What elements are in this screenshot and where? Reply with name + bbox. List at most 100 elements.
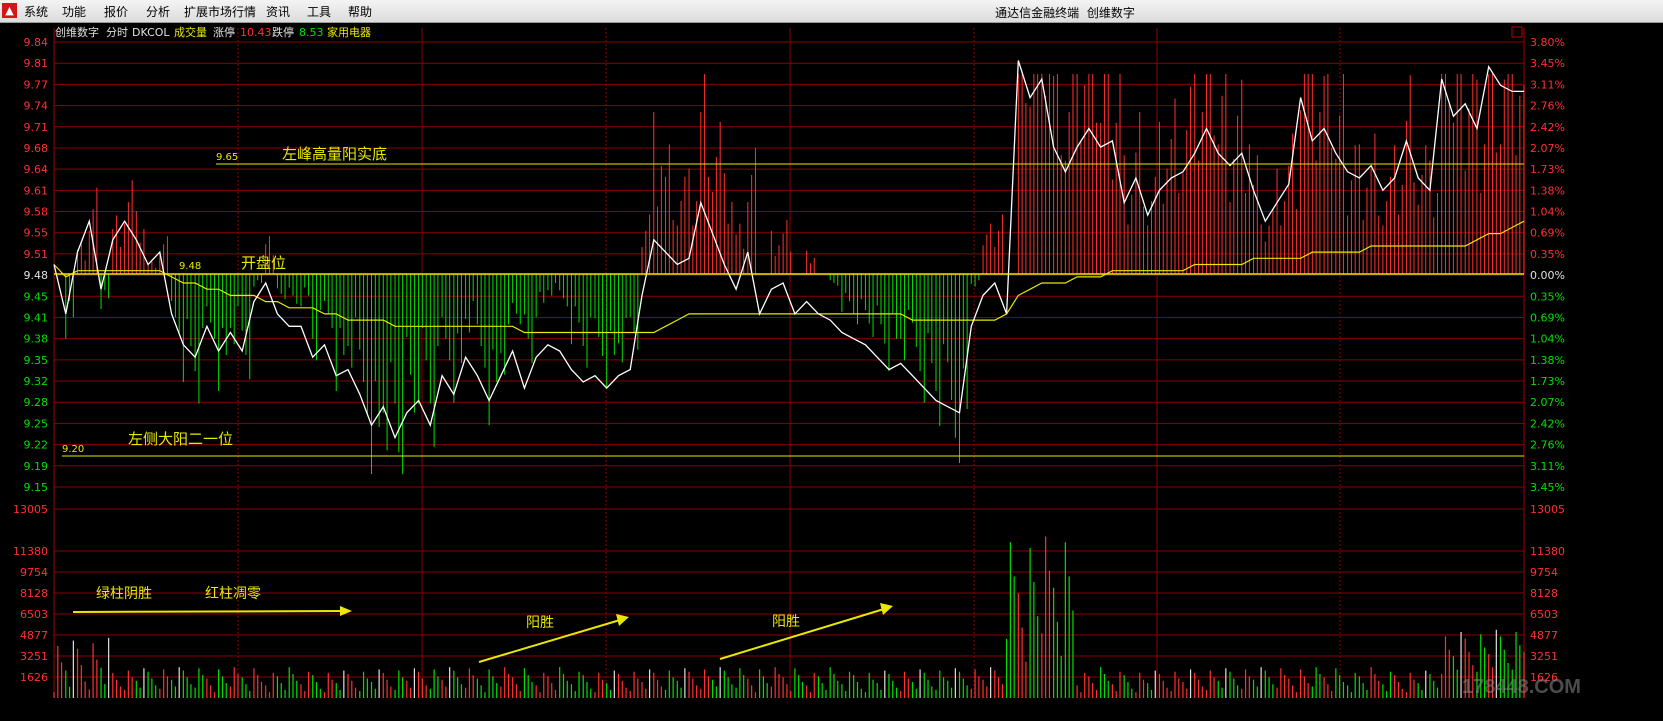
percent-tick-label: 3.80% <box>1530 36 1565 49</box>
menu-news[interactable]: 资讯 <box>266 3 290 20</box>
price-tick-label: 9.51 <box>24 248 49 261</box>
price-tick-label: 9.58 <box>24 206 49 219</box>
volume-tick-label-right: 6503 <box>1530 608 1558 621</box>
volume-tick-label: 4877 <box>20 629 48 642</box>
watermark: 178448.COM <box>1462 676 1581 698</box>
volume-label: 成交量 <box>174 25 207 39</box>
price-tick-label: 9.28 <box>24 396 49 409</box>
support-line-965-note: 左峰高量阳实底 <box>282 145 387 163</box>
limit-down-label: 跌停 <box>272 25 294 39</box>
limit-down-value: 8.53 <box>299 26 324 39</box>
percent-tick-label: 3.11% <box>1530 78 1565 91</box>
percent-tick-label: 3.11% <box>1530 460 1565 473</box>
percent-tick-label: 0.35% <box>1530 248 1565 261</box>
open-price-line-label: 9.48 <box>179 261 201 272</box>
price-tick-label: 9.77 <box>24 78 49 91</box>
app-logo-icon[interactable]: ▲ <box>2 3 17 18</box>
volume-tick-label: 13005 <box>13 503 48 516</box>
stock-name: 创维数字 <box>55 25 99 39</box>
arrow-1-shaft <box>72 610 344 613</box>
limit-up-label: 涨停 <box>213 25 235 39</box>
menu-quotes[interactable]: 报价 <box>104 3 128 20</box>
menu-tools[interactable]: 工具 <box>307 3 331 20</box>
volume-tick-label-right: 8128 <box>1530 587 1558 600</box>
percent-tick-label: 1.38% <box>1530 354 1565 367</box>
volume-tick-label: 1626 <box>20 671 48 684</box>
percent-tick-label: 0.69% <box>1530 227 1565 240</box>
volume-note-red: 红柱凋零 <box>205 586 261 602</box>
volume-tick-label-right: 11380 <box>1530 545 1565 558</box>
price-tick-label: 9.61 <box>24 184 49 197</box>
arrow-3-note: 阳胜 <box>772 614 800 630</box>
open-price-note: 开盘位 <box>241 254 286 272</box>
percent-tick-label: 2.76% <box>1530 100 1565 113</box>
percent-tick-label: 2.07% <box>1530 396 1565 409</box>
menu-help[interactable]: 帮助 <box>348 3 372 20</box>
price-tick-label: 9.68 <box>24 142 49 155</box>
intraday-chart[interactable]: 9.84 9.81 9.77 9.74 9.71 9.68 9.64 9.61 9.58 9.55… <box>0 23 1663 721</box>
percent-axis: 3.80% 3.45% 3.11% 2.76% 2.42% 2.07% 1.73% 1.38%… <box>1530 36 1565 494</box>
price-tick-label: 9.55 <box>24 227 49 240</box>
volume-tick-label: 6503 <box>20 608 48 621</box>
arrow-2-head <box>616 614 629 626</box>
average-price-line <box>53 220 1525 334</box>
percent-tick-label: 1.04% <box>1530 333 1565 346</box>
price-tick-label: 9.25 <box>24 417 49 430</box>
percent-tick-label: 1.73% <box>1530 375 1565 388</box>
limit-up-value: 10.43 <box>240 26 272 39</box>
indicator-code: DKCOL <box>132 26 170 39</box>
volume-tick-label: 8128 <box>20 587 48 600</box>
volume-tick-label-right: 9754 <box>1530 566 1558 579</box>
menu-extended-market[interactable]: 扩展市场行情 <box>184 3 256 20</box>
support-line-920-label: 9.20 <box>62 444 84 455</box>
percent-tick-label: 1.04% <box>1530 206 1565 219</box>
menu-system[interactable]: 系统 <box>24 3 48 20</box>
percent-tick-label: 0.69% <box>1530 311 1565 324</box>
percent-tick-label: 0.35% <box>1530 290 1565 303</box>
percent-tick-label: 2.07% <box>1530 142 1565 155</box>
volume-tick-label: 9754 <box>20 566 48 579</box>
price-tick-label: 9.32 <box>24 375 49 388</box>
menu-analysis[interactable]: 分析 <box>146 3 170 20</box>
menu-functions[interactable]: 功能 <box>62 3 86 20</box>
price-axis: 9.84 9.81 9.77 9.74 9.71 9.68 9.64 9.61 9.58 9.55… <box>24 36 49 494</box>
volume-tick-label-right: 13005 <box>1530 503 1565 516</box>
panel-toggle-icon[interactable] <box>1511 26 1523 38</box>
price-tick-label: 9.74 <box>24 100 49 113</box>
mode-label: 分时 <box>106 26 128 39</box>
volume-note-green: 绿柱阴胜 <box>96 586 152 602</box>
price-tick-label: 9.35 <box>24 354 49 367</box>
percent-tick-label: 0.00% <box>1530 269 1565 282</box>
window-title-app: 通达信金融终端 <box>995 6 1080 20</box>
window-title: 通达信金融终端 创维数字 <box>900 4 1230 21</box>
price-tick-label: 9.15 <box>24 481 49 494</box>
percent-tick-label: 2.42% <box>1530 417 1565 430</box>
price-tick-label: 9.71 <box>24 121 49 134</box>
price-tick-label: 9.48 <box>24 269 49 282</box>
price-tick-label: 9.19 <box>24 460 49 473</box>
price-tick-label: 9.81 <box>24 57 49 70</box>
price-tick-label: 9.45 <box>24 290 49 303</box>
price-tick-label: 9.41 <box>24 311 49 324</box>
percent-tick-label: 1.73% <box>1530 163 1565 176</box>
arrow-3-shaft <box>719 608 885 660</box>
volume-tick-label-right: 4877 <box>1530 629 1558 642</box>
percent-tick-label: 1.38% <box>1530 184 1565 197</box>
arrow-2-note: 阳胜 <box>526 615 554 631</box>
support-line-965-label: 9.65 <box>216 152 238 163</box>
percent-tick-label: 2.76% <box>1530 439 1565 452</box>
arrow-3-head <box>880 603 893 615</box>
price-tick-label: 9.84 <box>24 36 49 49</box>
price-tick-label: 9.64 <box>24 163 49 176</box>
percent-tick-label: 2.42% <box>1530 121 1565 134</box>
volume-tick-label: 3251 <box>20 650 48 663</box>
percent-tick-label: 3.45% <box>1530 481 1565 494</box>
volume-tick-label-right: 3251 <box>1530 650 1558 663</box>
price-tick-label: 9.38 <box>24 333 49 346</box>
menu-bar: ▲ 系统 功能 报价 分析 扩展市场行情 资讯 工具 帮助 通达信金融终端 创维… <box>0 0 1663 23</box>
window-title-stock: 创维数字 <box>1086 6 1135 20</box>
price-tick-label: 9.22 <box>24 439 49 452</box>
support-line-920-note: 左侧大阳二一位 <box>128 430 233 448</box>
percent-tick-label: 3.45% <box>1530 57 1565 70</box>
sector-label: 家用电器 <box>327 25 371 39</box>
